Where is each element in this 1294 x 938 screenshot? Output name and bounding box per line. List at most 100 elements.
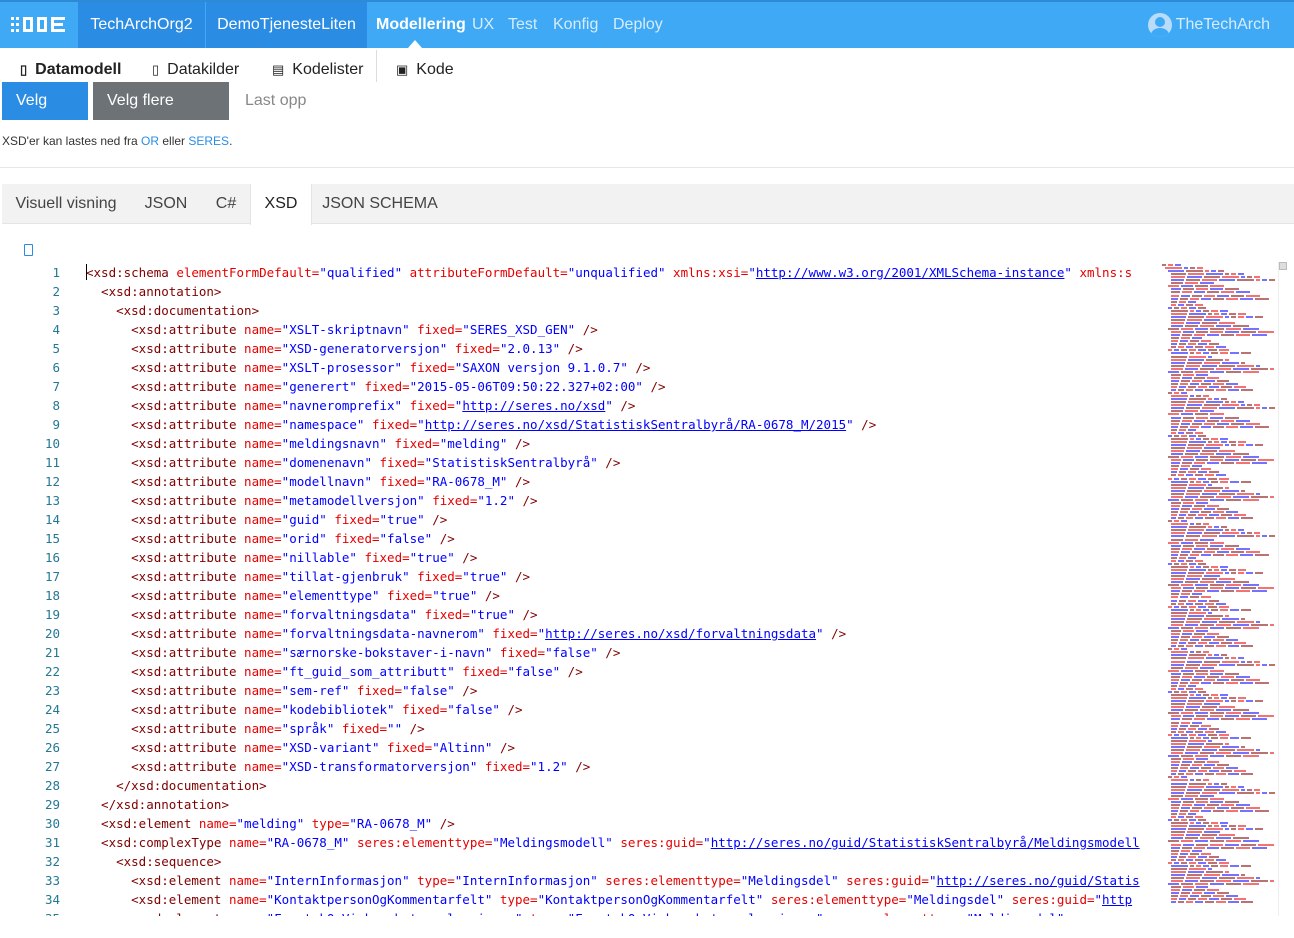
minimap-line bbox=[1203, 694, 1209, 697]
xml-tag: <xsd:attribute bbox=[86, 455, 237, 470]
minimap-line bbox=[1179, 514, 1186, 517]
minimap-line bbox=[1189, 654, 1206, 657]
minimap-line bbox=[1185, 495, 1198, 498]
select-multiple-xsd-button[interactable]: Velg flere XSD'er bbox=[93, 82, 229, 147]
altinn-studio-logo-icon[interactable] bbox=[6, 2, 78, 48]
minimap-line bbox=[1194, 846, 1205, 849]
minimap-line bbox=[1202, 364, 1217, 367]
minimap-line bbox=[1226, 328, 1241, 331]
minimap-line bbox=[1243, 370, 1259, 373]
minimap-line bbox=[1222, 745, 1239, 748]
tab-csharp[interactable]: C# bbox=[202, 184, 250, 224]
minimap-line bbox=[1208, 782, 1212, 785]
minimap-line bbox=[1190, 639, 1199, 642]
nav-konfig[interactable]: Konfig bbox=[553, 2, 598, 48]
minimap-line bbox=[1211, 270, 1216, 273]
code-area[interactable]: <xsd:schema elementFormDefault="qualifie… bbox=[86, 262, 1158, 916]
or-link[interactable]: OR bbox=[141, 134, 159, 148]
minimap-line bbox=[1208, 825, 1212, 828]
minimap-line bbox=[1204, 831, 1220, 834]
minimap-line bbox=[1171, 379, 1179, 382]
minimap-line bbox=[1198, 562, 1206, 565]
xml-value: "melding" bbox=[439, 436, 508, 451]
xsd-code-editor[interactable]: 1 2 3 4 5 6 7 8 9 10 11 12 13 14 15 16 17 18 19 20 21 22 23 24 2… bbox=[0, 262, 1294, 916]
minimap-line bbox=[1183, 416, 1194, 419]
upload-button[interactable]: Last opp bbox=[231, 82, 320, 120]
minimap-line bbox=[1194, 761, 1205, 764]
minimap-line bbox=[1171, 822, 1188, 825]
minimap-line bbox=[1188, 428, 1196, 431]
minimap-line bbox=[1219, 492, 1235, 495]
org-selector[interactable]: TechArchOrg2 bbox=[78, 2, 205, 48]
minimap-line bbox=[1225, 742, 1229, 745]
minimap-line bbox=[1189, 349, 1196, 352]
minimap-line bbox=[1208, 355, 1212, 358]
minimap-line bbox=[1183, 544, 1194, 547]
minimap-line bbox=[1236, 718, 1250, 721]
minimap-line bbox=[1202, 834, 1217, 837]
minimap-line bbox=[1221, 697, 1227, 700]
line-number: 3 bbox=[52, 303, 60, 318]
editor-scrollbar[interactable] bbox=[1278, 262, 1287, 916]
xml-link: http://seres.no/guid/Statis bbox=[936, 873, 1140, 888]
user-menu[interactable]: TheTechArch bbox=[1147, 2, 1270, 48]
xml-attribute: fixed= bbox=[326, 531, 380, 546]
xml-attribute: fixed= bbox=[402, 398, 455, 413]
minimap-line bbox=[1195, 474, 1203, 477]
minimap-line bbox=[1189, 611, 1206, 614]
xml-value: "RA-0678_M" bbox=[424, 474, 508, 489]
minimap-line bbox=[1225, 587, 1239, 590]
xml-attribute: fixed= bbox=[379, 588, 433, 603]
minimap-line bbox=[1180, 639, 1188, 642]
minimap-line bbox=[1198, 477, 1206, 480]
minimap-line bbox=[1221, 386, 1232, 388]
fold-icon[interactable] bbox=[24, 244, 33, 256]
minimap-line bbox=[1221, 782, 1227, 785]
minimap-line bbox=[1221, 675, 1234, 678]
minimap-line bbox=[1171, 843, 1181, 846]
minimap-line bbox=[1221, 440, 1227, 443]
minimap-line bbox=[1238, 785, 1244, 788]
minimap-line bbox=[1209, 471, 1219, 474]
minimap-line bbox=[1171, 639, 1178, 642]
nav-deploy[interactable]: Deploy bbox=[613, 2, 663, 48]
xml-tag: /> bbox=[560, 664, 583, 679]
nav-ux[interactable]: UX bbox=[472, 2, 494, 48]
minimap-line bbox=[1171, 617, 1185, 620]
scrollbar-thumb[interactable] bbox=[1279, 262, 1287, 270]
line-number: 21 bbox=[44, 645, 60, 660]
subnav-kodelister[interactable]: ▤ Kodelister bbox=[272, 60, 363, 80]
subnav-datamodell[interactable]: ▯ Datamodell bbox=[20, 60, 121, 80]
minimap-line bbox=[1171, 736, 1188, 739]
tab-xsd[interactable]: XSD bbox=[250, 184, 312, 225]
minimap-line bbox=[1256, 407, 1260, 410]
minimap-line bbox=[1188, 443, 1204, 446]
xml-value: "guid" bbox=[281, 512, 327, 527]
tab-json[interactable]: JSON bbox=[130, 184, 202, 224]
editor-minimap[interactable] bbox=[1160, 262, 1278, 916]
minimap-line bbox=[1190, 352, 1194, 355]
xml-attribute: fixed= bbox=[402, 360, 455, 375]
seres-link[interactable]: SERES bbox=[188, 134, 229, 148]
tab-visuell-visning[interactable]: Visuell visning bbox=[2, 184, 130, 224]
service-selector[interactable]: DemoTjenesteLiten bbox=[206, 2, 367, 48]
subnav-datakilder[interactable]: ▯ Datakilder bbox=[152, 60, 239, 80]
minimap-line bbox=[1258, 459, 1274, 462]
nav-test[interactable]: Test bbox=[508, 2, 537, 48]
minimap-line bbox=[1168, 456, 1179, 459]
minimap-line bbox=[1195, 389, 1203, 392]
minimap-line bbox=[1208, 477, 1217, 480]
code-line: <xsd:attribute name="domenenavn" fixed="… bbox=[86, 453, 620, 472]
minimap-line bbox=[1221, 514, 1232, 517]
minimap-line bbox=[1188, 486, 1204, 489]
subnav-kode[interactable]: ▣ Kode bbox=[396, 60, 454, 80]
tab-json-schema[interactable]: JSON SCHEMA bbox=[312, 184, 448, 224]
minimap-line bbox=[1187, 831, 1202, 834]
minimap-line bbox=[1204, 617, 1220, 620]
minimap-line bbox=[1171, 492, 1184, 495]
select-xsd-button[interactable]: Velg XSD bbox=[2, 82, 88, 147]
minimap-line bbox=[1206, 828, 1223, 831]
minimap-line bbox=[1168, 797, 1179, 800]
minimap-line bbox=[1190, 651, 1194, 654]
minimap-line bbox=[1181, 477, 1187, 480]
